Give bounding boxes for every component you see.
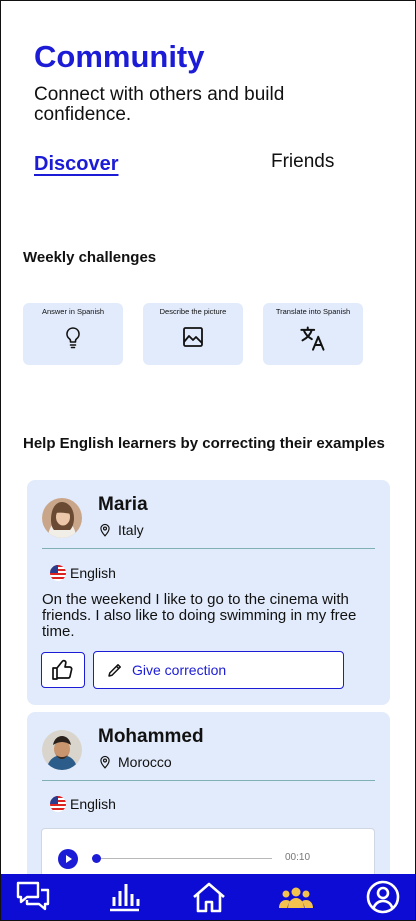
home-icon[interactable] bbox=[191, 879, 227, 915]
pencil-icon bbox=[108, 664, 121, 677]
location-pin-icon bbox=[100, 755, 110, 769]
give-correction-button[interactable]: Give correction bbox=[93, 651, 344, 689]
page-subtitle: Connect with others and build confidence… bbox=[34, 84, 285, 125]
language-tag: English bbox=[50, 565, 116, 581]
challenge-answer-in-spanish[interactable]: Answer in Spanish bbox=[23, 303, 123, 365]
play-button[interactable] bbox=[58, 849, 78, 869]
divider bbox=[42, 780, 375, 781]
challenge-label: Translate into Spanish bbox=[275, 307, 351, 316]
challenge-describe-picture[interactable]: Describe the picture bbox=[143, 303, 243, 365]
lightbulb-icon bbox=[66, 327, 80, 349]
language-label: English bbox=[70, 796, 116, 812]
thumbs-up-icon bbox=[52, 659, 73, 680]
language-label: English bbox=[70, 565, 116, 581]
app-screen: Community Connect with others and build … bbox=[0, 0, 416, 921]
us-flag-icon bbox=[50, 796, 66, 812]
weekly-challenges-heading: Weekly challenges bbox=[23, 249, 157, 266]
avatar bbox=[42, 498, 82, 538]
page-title: Community bbox=[34, 39, 205, 74]
like-button[interactable] bbox=[41, 652, 85, 688]
chat-icon[interactable] bbox=[15, 879, 51, 915]
translate-icon bbox=[300, 326, 325, 351]
user-name: Maria bbox=[98, 494, 148, 515]
challenge-label: Answer in Spanish bbox=[41, 307, 105, 316]
tab-friends[interactable]: Friends bbox=[271, 151, 334, 173]
language-tag: English bbox=[50, 796, 116, 812]
audio-scrubber[interactable] bbox=[92, 854, 101, 863]
location-pin-icon bbox=[100, 523, 110, 537]
tab-discover[interactable]: Discover bbox=[34, 153, 119, 176]
profile-icon[interactable] bbox=[365, 879, 401, 915]
challenge-translate[interactable]: Translate into Spanish bbox=[263, 303, 363, 365]
play-icon bbox=[66, 855, 72, 863]
stats-icon[interactable] bbox=[106, 879, 142, 915]
user-location: Morocco bbox=[98, 754, 172, 770]
help-learners-heading: Help English learners by correcting thei… bbox=[23, 435, 385, 452]
bottom-nav bbox=[1, 874, 415, 920]
audio-progress-track[interactable] bbox=[92, 858, 272, 859]
location-label: Italy bbox=[118, 522, 144, 538]
us-flag-icon bbox=[50, 565, 66, 581]
avatar bbox=[42, 730, 82, 770]
divider bbox=[42, 548, 375, 549]
image-icon bbox=[183, 327, 203, 347]
user-location: Italy bbox=[98, 522, 144, 538]
challenge-label: Describe the picture bbox=[159, 307, 227, 316]
user-name: Mohammed bbox=[98, 726, 204, 747]
post-card: Maria Italy English On the weekend I lik… bbox=[27, 480, 390, 705]
give-correction-label: Give correction bbox=[132, 662, 227, 678]
location-label: Morocco bbox=[118, 754, 172, 770]
community-icon[interactable] bbox=[278, 879, 314, 915]
audio-time: 00:10 bbox=[285, 852, 311, 863]
post-text: On the weekend I like to go to the cinem… bbox=[42, 591, 357, 640]
